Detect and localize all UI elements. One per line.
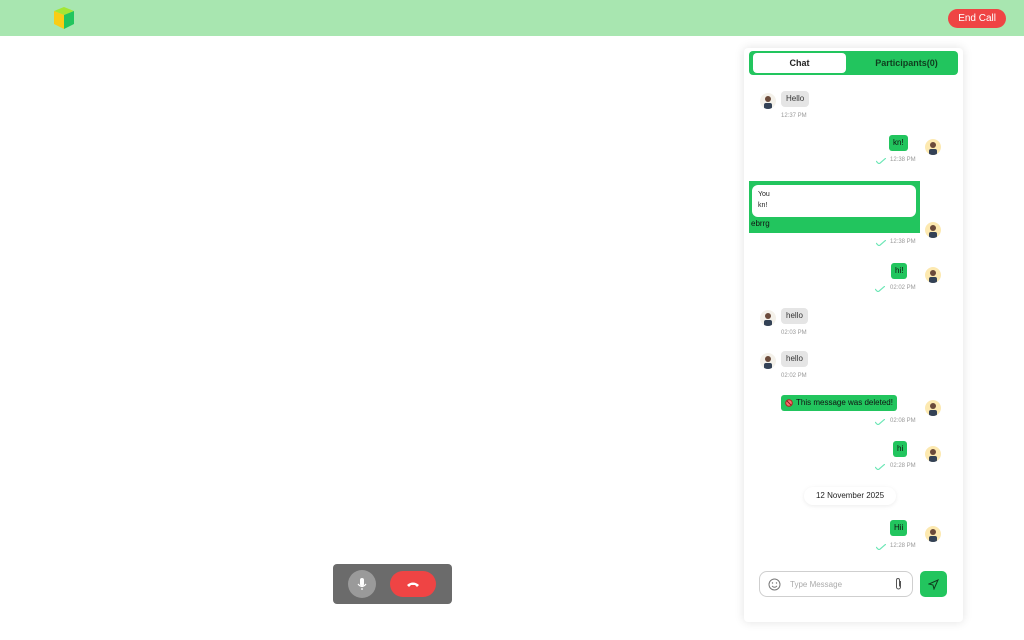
hang-up-button[interactable] bbox=[390, 571, 436, 597]
phone-hangup-icon bbox=[407, 582, 419, 587]
top-bar: End Call bbox=[0, 0, 1024, 36]
read-tick-icon bbox=[876, 240, 886, 246]
chat-tabs: Chat Participants(0) bbox=[749, 51, 958, 75]
read-tick-icon bbox=[876, 158, 886, 164]
read-tick-icon bbox=[876, 544, 886, 550]
user-avatar-icon bbox=[925, 267, 941, 283]
avatar bbox=[760, 93, 776, 109]
reply-text: ebrrg bbox=[751, 219, 770, 228]
message-time: 02:02 PM bbox=[781, 373, 807, 379]
user-avatar-icon bbox=[925, 526, 941, 542]
avatar bbox=[760, 310, 776, 326]
avatar bbox=[925, 139, 941, 155]
avatar bbox=[925, 400, 941, 416]
app-logo-icon bbox=[54, 7, 74, 29]
user-avatar-icon bbox=[925, 139, 941, 155]
quoted-message: You kn! bbox=[752, 185, 916, 217]
attachment-icon[interactable] bbox=[894, 577, 903, 591]
message-time: 02:28 PM bbox=[890, 463, 916, 469]
user-avatar-icon bbox=[764, 313, 772, 326]
message-time: 12:37 PM bbox=[781, 113, 807, 119]
read-tick-icon bbox=[875, 286, 885, 292]
date-divider: 12 November 2025 bbox=[804, 487, 896, 505]
message-input[interactable] bbox=[790, 577, 890, 591]
user-avatar-icon bbox=[764, 356, 772, 369]
read-tick-icon bbox=[875, 464, 885, 470]
quoted-text: kn! bbox=[758, 202, 768, 209]
avatar bbox=[925, 446, 941, 462]
message-time: 12:38 PM bbox=[890, 239, 916, 245]
tab-participants[interactable]: Participants(0) bbox=[859, 53, 954, 73]
message-composer bbox=[759, 571, 913, 597]
avatar bbox=[925, 526, 941, 542]
avatar bbox=[760, 353, 776, 369]
message-bubble: hello bbox=[781, 351, 808, 367]
message-bubble-deleted: This message was deleted! bbox=[781, 395, 897, 411]
message-time: 12:38 PM bbox=[890, 157, 916, 163]
message-bubble: Hello bbox=[781, 91, 810, 107]
microphone-icon bbox=[357, 578, 367, 590]
chat-panel: Chat Participants(0) Hello 12:37 PM kn! … bbox=[744, 48, 963, 622]
message-bubble: hi! bbox=[891, 263, 908, 279]
avatar bbox=[925, 267, 941, 283]
reply-message: You kn! ebrrg bbox=[749, 181, 920, 233]
message-time: 02:02 PM bbox=[890, 285, 916, 291]
user-avatar-icon bbox=[764, 96, 772, 109]
tab-chat[interactable]: Chat bbox=[753, 53, 846, 73]
deleted-message-text: This message was deleted! bbox=[796, 398, 893, 407]
blocked-icon bbox=[785, 399, 793, 407]
message-time: 02:08 PM bbox=[890, 418, 916, 424]
send-button[interactable] bbox=[920, 571, 947, 597]
mic-button[interactable] bbox=[348, 570, 376, 598]
end-call-button[interactable]: End Call bbox=[948, 9, 1006, 28]
emoji-icon[interactable] bbox=[768, 578, 781, 591]
message-bubble: hello bbox=[781, 308, 808, 324]
avatar bbox=[925, 222, 941, 238]
call-controls bbox=[333, 564, 452, 604]
message-time: 02:03 PM bbox=[781, 330, 807, 336]
user-avatar-icon bbox=[925, 446, 941, 462]
user-avatar-icon bbox=[925, 222, 941, 238]
user-avatar-icon bbox=[925, 400, 941, 416]
message-bubble: Hii bbox=[890, 520, 908, 536]
message-bubble: hi bbox=[893, 441, 908, 457]
message-bubble: kn! bbox=[889, 135, 908, 151]
send-icon bbox=[928, 578, 939, 590]
quoted-sender: You bbox=[758, 191, 770, 198]
message-time: 12:28 PM bbox=[890, 543, 916, 549]
read-tick-icon bbox=[875, 419, 885, 425]
